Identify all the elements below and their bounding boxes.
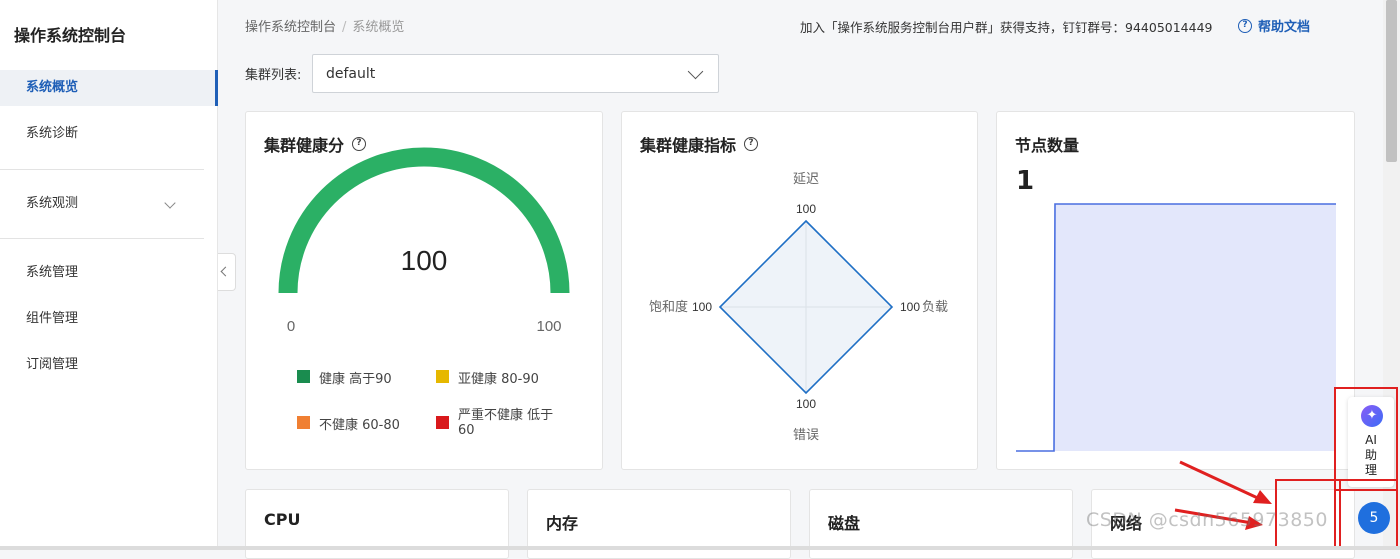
sidebar-item-diagnosis[interactable]: 系统诊断 <box>0 116 218 152</box>
health-score-card: 集群健康分 ? 100 0 100 健康 高于90 亚健康 80-90 不健康 … <box>245 111 603 470</box>
health-metrics-card: 集群健康指标 ? 延迟 100 100 负载 100 错误 100 饱和度 <box>621 111 978 470</box>
help-docs-label: 帮助文档 <box>1258 20 1311 35</box>
legend-swatch <box>436 416 449 429</box>
breadcrumb: 操作系统控制台 / 系统概览 <box>245 16 404 35</box>
annotation-box <box>1334 479 1398 548</box>
cpu-card-title: CPU <box>264 510 301 529</box>
legend-label: 不健康 60-80 <box>319 418 400 433</box>
scrollbar-thumb[interactable] <box>1386 0 1397 162</box>
legend-swatch <box>297 416 310 429</box>
node-count-chart <box>1016 203 1336 452</box>
disk-card-title: 磁盘 <box>828 514 861 533</box>
question-icon: ? <box>1238 18 1252 33</box>
radar-axis-value: 100 <box>692 300 712 314</box>
radar-series-area <box>718 219 894 395</box>
legend-swatch <box>297 370 310 383</box>
radar-axis-name: 延迟 <box>793 171 819 186</box>
sidebar-item-observability[interactable]: 系统观测 <box>0 186 218 222</box>
sidebar-item-label: 系统观测 <box>26 196 79 211</box>
sidebar-item-system-management[interactable]: 系统管理 <box>0 255 218 291</box>
memory-card-title: 内存 <box>546 514 579 533</box>
node-count-area <box>1054 204 1336 451</box>
cluster-select-value: default <box>326 66 376 82</box>
watermark: CSDN @csdn565973850 <box>1086 509 1328 531</box>
legend-subhealthy: 亚健康 80-90 <box>436 368 539 387</box>
sidebar: 操作系统控制台 系统概览 系统诊断 系统观测 系统管理 组件管理 订阅管理 <box>0 0 218 550</box>
breadcrumb-current: 系统概览 <box>352 20 405 35</box>
radar-axis-name: 错误 <box>793 427 819 442</box>
help-docs-link[interactable]: ? 帮助文档 <box>1238 16 1310 35</box>
radar-axis-value: 100 <box>796 397 816 411</box>
radar-axis-value: 100 <box>796 202 816 216</box>
chevron-down-icon <box>687 63 704 80</box>
legend-healthy: 健康 高于90 <box>297 368 392 387</box>
chevron-down-icon <box>164 197 176 209</box>
legend-swatch <box>436 370 449 383</box>
sidebar-collapse-button[interactable] <box>218 253 236 291</box>
radar-axis-name: 负载 <box>922 299 948 314</box>
legend-label: 严重不健康 低于60 <box>458 408 554 438</box>
legend-label: 健康 高于90 <box>319 372 392 387</box>
sidebar-item-overview[interactable]: 系统概览 <box>0 70 218 106</box>
legend-label: 亚健康 80-90 <box>458 372 539 387</box>
breadcrumb-root[interactable]: 操作系统控制台 <box>245 20 336 35</box>
radar-axis-name: 饱和度 <box>649 299 688 314</box>
cluster-select[interactable]: default <box>312 54 719 93</box>
radar-axis-value: 100 <box>900 300 920 314</box>
legend-critical: 严重不健康 低于60 <box>436 404 561 438</box>
sidebar-item-subscription-management[interactable]: 订阅管理 <box>0 347 218 383</box>
gauge-max-label: 100 <box>536 318 561 335</box>
breadcrumb-separator: / <box>342 20 347 35</box>
sidebar-item-component-management[interactable]: 组件管理 <box>0 301 218 337</box>
gauge-value: 100 <box>401 245 448 276</box>
node-count-card: 节点数量 1 <box>996 111 1355 470</box>
bottom-edge <box>0 546 1400 550</box>
chevron-left-icon <box>220 266 231 277</box>
cluster-list-label: 集群列表: <box>245 68 302 83</box>
nav-divider <box>0 169 204 170</box>
radar-chart: 延迟100100 负载100错误100饱和度 <box>649 171 948 442</box>
support-group-text: 加入「操作系统服务控制台用户群」获得支持，钉钉群号：94405014449 <box>800 20 1213 35</box>
gauge-min-label: 0 <box>287 318 295 335</box>
legend-unhealthy: 不健康 60-80 <box>297 414 400 433</box>
nav-divider <box>0 238 204 239</box>
app-title: 操作系统控制台 <box>14 26 127 45</box>
annotation-box <box>1334 387 1398 491</box>
